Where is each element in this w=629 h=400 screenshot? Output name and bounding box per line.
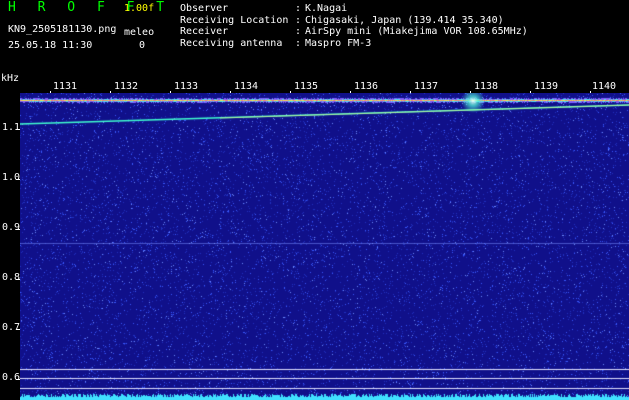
info-value: K.Nagai: [305, 3, 348, 14]
info-label: Receiving Location: [180, 14, 289, 26]
info-separator: :: [295, 14, 302, 26]
info-value: Chigasaki, Japan (139.414 35.340): [305, 14, 504, 26]
info-value: AirSpy mini (Miakejima VOR 108.65MHz): [305, 26, 528, 37]
station-info: Observer : K.Nagai Receiving Location : …: [180, 3, 528, 49]
y-tick-label: 0.8: [2, 272, 21, 283]
filename-label: KN9_2505181130.png: [8, 24, 117, 35]
meleo-label: meleo: [124, 27, 155, 38]
x-tick-label: 1136: [353, 81, 379, 92]
y-tick-label: 1.0: [2, 172, 21, 183]
info-antenna: Receiving antenna : Maspro FM-3: [180, 38, 528, 50]
info-value: Maspro FM-3: [305, 37, 372, 49]
x-tick-label: 1139: [533, 81, 559, 92]
info-label: Observer: [180, 3, 229, 14]
info-separator: :: [295, 26, 302, 37]
info-location: Receiving Location : Chigasaki, Japan (1…: [180, 15, 528, 27]
timestamp-label: 25.05.18 11:30: [8, 40, 93, 51]
x-tick-label: 1134: [233, 81, 259, 92]
info-separator: :: [295, 37, 302, 49]
x-tick-label: 1135: [293, 81, 319, 92]
spectrogram-canvas: [20, 93, 629, 400]
info-label: Receiving antenna: [180, 37, 283, 49]
meleo-value: 0: [139, 40, 146, 51]
y-tick-label: 1.1: [2, 122, 21, 133]
y-axis-unit: kHz: [1, 73, 20, 84]
x-tick-label: 1132: [113, 81, 139, 92]
info-receiver: Receiver : AirSpy mini (Miakejima VOR 10…: [180, 26, 528, 38]
x-tick-label: 1137: [413, 81, 439, 92]
x-tick-label: 1140: [591, 81, 617, 92]
y-tick-label: 0.7: [2, 322, 21, 333]
info-separator: :: [295, 3, 302, 14]
x-tick-label: 1131: [52, 81, 78, 92]
version-label: 1.00f: [124, 3, 155, 14]
y-tick-label: 0.9: [2, 222, 21, 233]
info-observer: Observer : K.Nagai: [180, 3, 528, 15]
info-label: Receiver: [180, 26, 229, 37]
x-tick-label: 1138: [473, 81, 499, 92]
x-tick-label: 1133: [173, 81, 199, 92]
y-tick-label: 0.6: [2, 372, 21, 383]
